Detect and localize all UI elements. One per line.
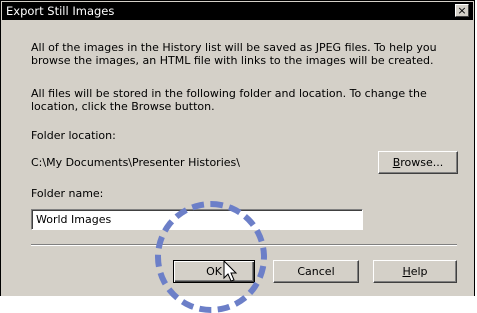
separator: [31, 244, 457, 246]
description-paragraph-1: All of the images in the History list wi…: [31, 41, 437, 67]
close-button[interactable]: ×: [455, 4, 469, 17]
dialog-title: Export Still Images: [6, 4, 115, 18]
export-still-images-dialog: Export Still Images × All of the images …: [0, 0, 475, 296]
browse-button[interactable]: Browse...: [378, 151, 458, 174]
help-label: elp: [410, 265, 428, 278]
help-accelerator: H: [402, 265, 411, 278]
folder-name-input[interactable]: World Images: [31, 209, 363, 230]
folder-name-label: Folder name:: [31, 187, 104, 200]
title-bar: Export Still Images ×: [2, 2, 473, 20]
ok-button[interactable]: OK: [173, 260, 255, 283]
description-paragraph-2: All files will be stored in the followin…: [31, 87, 427, 113]
mouse-pointer-icon: [223, 260, 238, 282]
cancel-button[interactable]: Cancel: [273, 260, 359, 283]
help-button[interactable]: Help: [373, 260, 457, 283]
folder-location-label: Folder location:: [31, 129, 116, 142]
close-icon: ×: [457, 4, 467, 17]
folder-location-value: C:\My Documents\Presenter Histories\: [31, 156, 240, 169]
browse-label: rowse...: [400, 156, 444, 169]
